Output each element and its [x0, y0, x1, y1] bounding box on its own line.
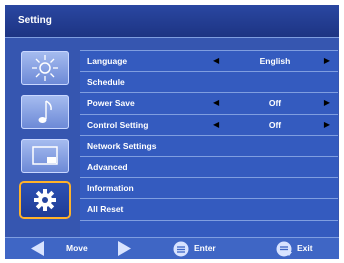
- sidebar-item-picture[interactable]: [21, 51, 69, 85]
- left-triangle-icon[interactable]: [31, 241, 45, 256]
- music-note-icon: [38, 100, 52, 123]
- screen-icon: [32, 146, 58, 165]
- menu-item-advanced[interactable]: Advanced: [80, 155, 338, 178]
- sun-icon: [32, 55, 58, 81]
- right-arrow-icon[interactable]: ▶: [324, 51, 330, 71]
- menu-item-control-setting[interactable]: Control Setting ◀ Off ▶: [80, 113, 338, 135]
- menu-item-information[interactable]: Information: [80, 177, 338, 199]
- menu-item-label: All Reset: [87, 204, 124, 215]
- footer-bar: Move Enter Exit: [5, 237, 339, 259]
- exit-button-icon[interactable]: [276, 241, 293, 257]
- right-arrow-icon[interactable]: ▶: [324, 115, 330, 135]
- left-arrow-icon[interactable]: ◀: [213, 93, 219, 113]
- sidebar-item-setting[interactable]: [21, 183, 69, 217]
- menu-item-label: Advanced: [87, 161, 128, 172]
- menu-item-value: Off: [268, 98, 282, 109]
- right-triangle-icon[interactable]: [117, 241, 131, 256]
- left-arrow-icon[interactable]: ◀: [213, 115, 219, 135]
- sidebar-item-screen[interactable]: [21, 139, 69, 173]
- menu-item-all-reset[interactable]: All Reset: [80, 198, 338, 220]
- enter-label: Enter: [194, 243, 216, 253]
- page-title: Setting: [18, 15, 52, 26]
- settings-menu: Language ◀ English ▶ Schedule Power Save…: [80, 50, 338, 241]
- right-arrow-icon[interactable]: ▶: [324, 93, 330, 113]
- move-label: Move: [66, 243, 88, 253]
- menu-item-label: Power Save: [87, 98, 135, 109]
- menu-item-language[interactable]: Language ◀ English ▶: [80, 50, 338, 72]
- gear-icon: [34, 189, 56, 211]
- menu-item-network-settings[interactable]: Network Settings: [80, 134, 338, 156]
- menu-item-label: Schedule: [87, 77, 125, 88]
- sidebar-item-sound[interactable]: [21, 95, 69, 129]
- menu-item-power-save[interactable]: Power Save ◀ Off ▶: [80, 92, 338, 114]
- menu-item-label: Language: [87, 56, 128, 66]
- enter-button-icon[interactable]: [173, 241, 189, 257]
- menu-item-label: Information: [87, 183, 134, 194]
- left-arrow-icon[interactable]: ◀: [213, 51, 219, 71]
- settings-window: Setting Language ◀ English ▶ Schedule Po…: [5, 5, 339, 259]
- menu-item-value: Off: [268, 119, 282, 130]
- exit-label: Exit: [297, 243, 313, 253]
- title-bar: Setting: [5, 5, 339, 38]
- menu-item-schedule[interactable]: Schedule: [80, 71, 338, 93]
- menu-item-value: English: [259, 56, 291, 66]
- menu-item-label: Network Settings: [87, 140, 157, 151]
- menu-item-label: Control Setting: [87, 119, 149, 130]
